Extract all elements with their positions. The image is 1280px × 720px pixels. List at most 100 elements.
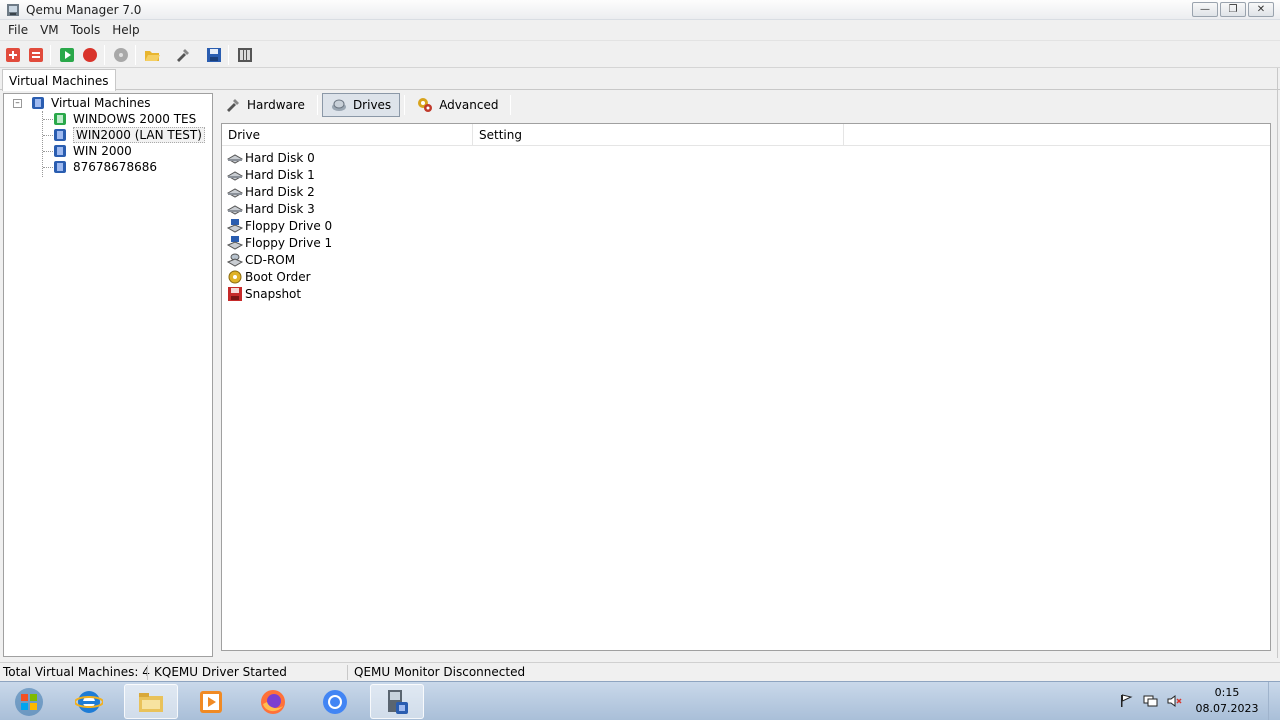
qemu-manager-icon (388, 689, 408, 714)
list-item-label: Hard Disk 3 (245, 201, 315, 216)
list-item-hard-disk-0[interactable]: Hard Disk 0 (227, 149, 315, 166)
clock-date: 08.07.2023 (1195, 702, 1259, 715)
list-item-label: Snapshot (245, 286, 302, 301)
tree-item-label: WIN 2000 (73, 144, 132, 158)
folder-icon (145, 51, 160, 61)
chrome-icon (323, 689, 347, 714)
list-item-label: Floppy Drive 1 (245, 235, 333, 250)
tree-item-vm-4[interactable]: 87678678686 (53, 159, 157, 175)
collapse-expander[interactable]: – (13, 99, 22, 108)
show-desktop-button[interactable] (1268, 682, 1280, 720)
add-vm-button[interactable] (4, 46, 22, 64)
network-icon[interactable] (1143, 694, 1158, 708)
taskbar-media-player[interactable] (184, 684, 238, 719)
stop-vm-button[interactable] (81, 46, 99, 64)
taskbar-qemu-manager[interactable] (370, 684, 424, 719)
tree-item-label: 87678678686 (73, 160, 157, 174)
tab-drives[interactable]: Drives (321, 93, 401, 117)
tree-root-virtual-machines[interactable]: Virtual Machines (31, 95, 151, 111)
tools-icon (227, 99, 239, 112)
clock[interactable]: 0:15 08.07.2023 (1192, 685, 1262, 717)
minimize-icon: — (1200, 4, 1210, 15)
taskbar-firefox[interactable] (246, 684, 300, 719)
floppy-drive-icon (227, 218, 243, 233)
list-item-hard-disk-3[interactable]: Hard Disk 3 (227, 200, 315, 217)
settings-button[interactable] (174, 46, 192, 64)
media-player-icon (200, 690, 222, 713)
snapshot-icon (228, 286, 242, 301)
save-button[interactable] (205, 46, 223, 64)
save-icon (207, 48, 221, 62)
list-item-floppy-drive-0[interactable]: Floppy Drive 0 (227, 217, 332, 234)
tree-root-label: Virtual Machines (51, 96, 151, 110)
list-item-floppy-drive-1[interactable]: Floppy Drive 1 (227, 234, 332, 251)
vm-settings-panel: Hardware Drives Advanced Drive Setting H… (217, 91, 1273, 657)
taskbar-internet-explorer[interactable] (62, 684, 116, 719)
list-item-label: Floppy Drive 0 (245, 218, 333, 233)
add-vm-icon (6, 48, 20, 62)
menu-help[interactable]: Help (106, 23, 145, 37)
vm-icon (54, 145, 66, 157)
disc-button[interactable] (112, 46, 130, 64)
list-item-snapshot[interactable]: Snapshot (227, 285, 301, 302)
taskbar-chrome[interactable] (308, 684, 362, 719)
monitor-button[interactable] (236, 46, 254, 64)
list-item-label: Hard Disk 2 (245, 184, 315, 199)
remove-vm-button[interactable] (27, 46, 45, 64)
clock-time: 0:15 (1214, 686, 1240, 699)
drives-icon (331, 99, 346, 111)
minimize-button[interactable]: — (1192, 2, 1218, 17)
column-setting[interactable]: Setting (473, 124, 844, 146)
boot-order-gear-icon (228, 270, 242, 283)
open-folder-button[interactable] (143, 46, 161, 64)
tree-item-label: WINDOWS 2000 TES (73, 112, 197, 126)
maximize-button[interactable]: ❐ (1220, 2, 1246, 17)
tree-item-vm-1[interactable]: WINDOWS 2000 TES (53, 111, 196, 127)
action-center-flag-icon[interactable] (1119, 694, 1133, 708)
hard-disk-icon (227, 187, 243, 198)
menu-bar: File VM Tools Help (0, 20, 1280, 40)
restore-icon: ❐ (1228, 4, 1238, 15)
start-button[interactable] (2, 684, 56, 719)
toolbar (0, 40, 1280, 68)
firefox-icon (261, 689, 285, 714)
status-total-vms: Total Virtual Machines: 4 (3, 665, 150, 679)
tab-virtual-machines[interactable]: Virtual Machines (2, 69, 116, 91)
menu-file[interactable]: File (2, 23, 34, 37)
list-item-hard-disk-2[interactable]: Hard Disk 2 (227, 183, 315, 200)
list-item-cd-rom[interactable]: CD-ROM (227, 251, 295, 268)
disc-icon (114, 48, 128, 62)
list-item-label: Boot Order (245, 269, 311, 284)
remove-vm-icon (29, 48, 43, 62)
menu-vm[interactable]: VM (34, 23, 65, 37)
window-title: Qemu Manager 7.0 (26, 3, 142, 17)
vm-group-icon (32, 97, 44, 109)
tree-item-vm-2[interactable]: WIN2000 (LAN TEST) (53, 127, 205, 143)
list-item-hard-disk-1[interactable]: Hard Disk 1 (227, 166, 315, 183)
tools-icon (177, 49, 189, 62)
volume-muted-icon[interactable] (1167, 694, 1182, 708)
menu-tools[interactable]: Tools (65, 23, 107, 37)
windows-logo-icon (15, 687, 43, 716)
close-button[interactable]: ✕ (1248, 2, 1274, 17)
vm-icon (54, 129, 66, 141)
list-header: Drive Setting (222, 124, 1270, 146)
list-item-boot-order[interactable]: Boot Order (227, 268, 311, 285)
tree-item-vm-3[interactable]: WIN 2000 (53, 143, 132, 159)
column-drive[interactable]: Drive (222, 124, 473, 146)
vm-tree: – Virtual Machines WINDOWS 2000 TES WIN2… (3, 93, 213, 657)
tab-hardware[interactable]: Hardware (217, 93, 313, 117)
taskbar: 0:15 08.07.2023 (0, 681, 1280, 720)
tab-advanced-label: Advanced (439, 98, 499, 112)
internet-explorer-icon (75, 690, 103, 713)
status-bar: Total Virtual Machines: 4 KQEMU Driver S… (0, 662, 1280, 681)
start-vm-button[interactable] (58, 46, 76, 64)
gears-icon (418, 98, 433, 112)
drives-list: Drive Setting Hard Disk 0 Hard Disk 1 Ha… (221, 123, 1271, 651)
floppy-drive-icon (227, 235, 243, 250)
hard-disk-icon (227, 204, 243, 215)
taskbar-file-explorer[interactable] (124, 684, 178, 719)
status-driver: KQEMU Driver Started (154, 665, 287, 679)
close-icon: ✕ (1256, 4, 1266, 15)
tab-advanced[interactable]: Advanced (409, 93, 506, 117)
